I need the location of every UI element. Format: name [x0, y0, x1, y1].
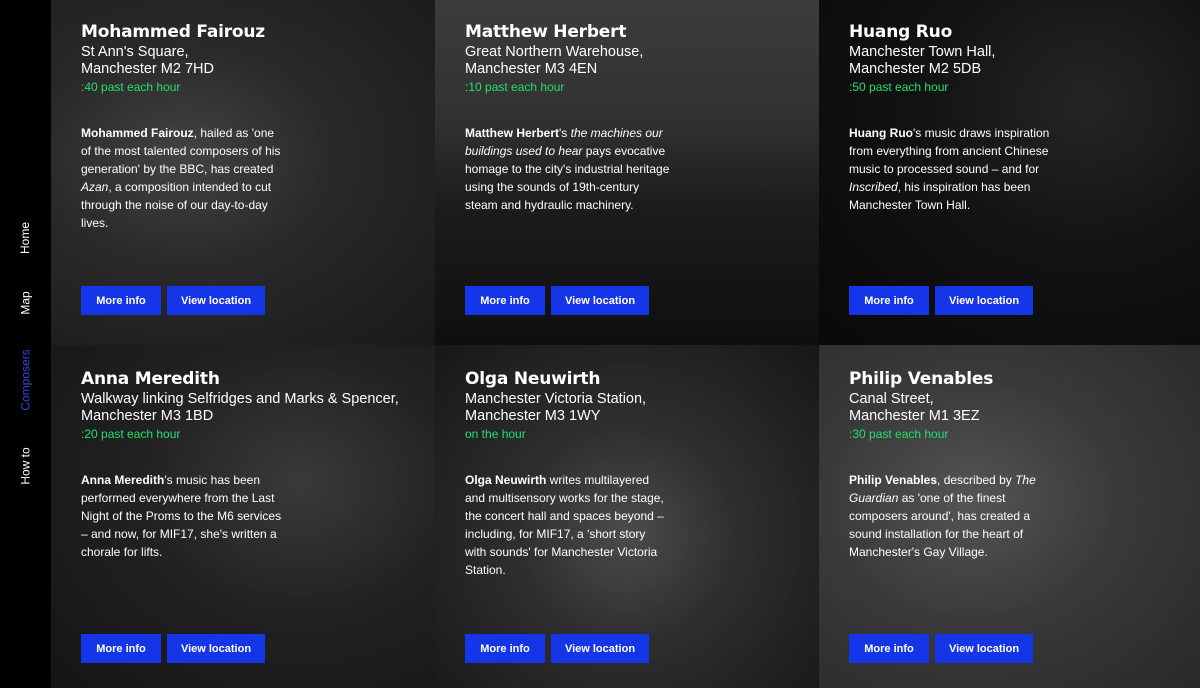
composer-name: Matthew Herbert [465, 22, 627, 42]
desc-text: 's [559, 126, 571, 140]
card-actions: More info View location [849, 286, 1033, 315]
view-location-button[interactable]: View location [935, 286, 1033, 315]
card-actions: More info View location [81, 286, 265, 315]
composer-name: Huang Ruo [849, 22, 953, 42]
nav-item-how-to[interactable]: How to [0, 438, 51, 494]
nav-item-label: Home [18, 221, 33, 255]
venue-line-1: Canal Street, [849, 391, 934, 407]
view-location-button[interactable]: View location [935, 634, 1033, 663]
more-info-button[interactable]: More info [81, 634, 161, 663]
venue-line-2: Manchester M3 1WY [465, 408, 601, 424]
performance-time: :30 past each hour [849, 427, 949, 441]
venue-line-2: Manchester M1 3EZ [849, 408, 980, 424]
performance-time: :40 past each hour [81, 80, 181, 94]
sidebar-nav: Home Map Composers How to [0, 0, 51, 688]
composer-description: Philip Venables, described by The Guardi… [849, 471, 1054, 561]
venue-line-1: St Ann's Square, [81, 44, 189, 60]
venue-line-1: Manchester Town Hall, [849, 44, 996, 60]
view-location-button[interactable]: View location [551, 286, 649, 315]
desc-italic: Inscribed [849, 180, 898, 194]
card-actions: More info View location [81, 634, 265, 663]
composer-card: Matthew Herbert Great Northern Warehouse… [435, 0, 819, 345]
desc-italic: Azan [81, 180, 109, 194]
composer-description: Huang Ruo's music draws inspiration from… [849, 124, 1054, 214]
more-info-button[interactable]: More info [465, 286, 545, 315]
venue-line-2: Manchester M3 4EN [465, 61, 598, 77]
venue-line-1: Manchester Victoria Station, [465, 391, 647, 407]
card-actions: More info View location [465, 286, 649, 315]
desc-bold: Philip Venables [849, 473, 938, 487]
nav-item-composers[interactable]: Composers [0, 344, 51, 416]
venue-line-2: Manchester M2 7HD [81, 61, 214, 77]
performance-time: :10 past each hour [465, 80, 565, 94]
nav-item-label: Composers [18, 349, 33, 411]
venue-line-2: Manchester M3 1BD [81, 408, 214, 424]
desc-bold: Matthew Herbert [465, 126, 560, 140]
desc-bold: Anna Meredith [81, 473, 165, 487]
venue-line-1: Great Northern Warehouse, [465, 44, 644, 60]
composer-card: Olga Neuwirth Manchester Victoria Statio… [435, 345, 819, 688]
composer-card: Mohammed Fairouz St Ann's Square, Manche… [51, 0, 435, 345]
composer-card: Huang Ruo Manchester Town Hall, Manchest… [819, 0, 1200, 345]
more-info-button[interactable]: More info [465, 634, 545, 663]
venue-line-1: Walkway linking Selfridges and Marks & S… [81, 391, 399, 407]
performance-time: :20 past each hour [81, 427, 181, 441]
view-location-button[interactable]: View location [167, 286, 265, 315]
more-info-button[interactable]: More info [81, 286, 161, 315]
more-info-button[interactable]: More info [849, 634, 929, 663]
desc-text: writes multilayered and multisensory wor… [465, 473, 664, 577]
desc-text: , described by [937, 473, 1016, 487]
composer-name: Anna Meredith [81, 369, 220, 389]
card-actions: More info View location [465, 634, 649, 663]
nav-item-map[interactable]: Map [0, 283, 51, 323]
desc-bold: Mohammed Fairouz [81, 126, 194, 140]
composer-card: Philip Venables Canal Street, Manchester… [819, 345, 1200, 688]
desc-bold: Olga Neuwirth [465, 473, 547, 487]
performance-time: :50 past each hour [849, 80, 949, 94]
composer-name: Philip Venables [849, 369, 994, 389]
composer-card: Anna Meredith Walkway linking Selfridges… [51, 345, 435, 688]
nav-item-label: Map [18, 291, 33, 315]
composer-description: Matthew Herbert's the machines our build… [465, 124, 670, 214]
composer-grid: Mohammed Fairouz St Ann's Square, Manche… [51, 0, 1200, 688]
nav-item-label: How to [18, 447, 33, 485]
composer-description: Olga Neuwirth writes multilayered and mu… [465, 471, 670, 579]
nav-item-home[interactable]: Home [0, 214, 51, 262]
composer-description: Anna Meredith's music has been performed… [81, 471, 286, 561]
view-location-button[interactable]: View location [167, 634, 265, 663]
desc-bold: Huang Ruo [849, 126, 913, 140]
desc-text-end: , a composition intended to cut through … [81, 180, 272, 230]
card-actions: More info View location [849, 634, 1033, 663]
performance-time: on the hour [465, 427, 526, 441]
venue-line-2: Manchester M2 5DB [849, 61, 982, 77]
view-location-button[interactable]: View location [551, 634, 649, 663]
composer-name: Olga Neuwirth [465, 369, 601, 389]
composer-name: Mohammed Fairouz [81, 22, 265, 42]
more-info-button[interactable]: More info [849, 286, 929, 315]
composer-description: Mohammed Fairouz, hailed as 'one of the … [81, 124, 286, 232]
